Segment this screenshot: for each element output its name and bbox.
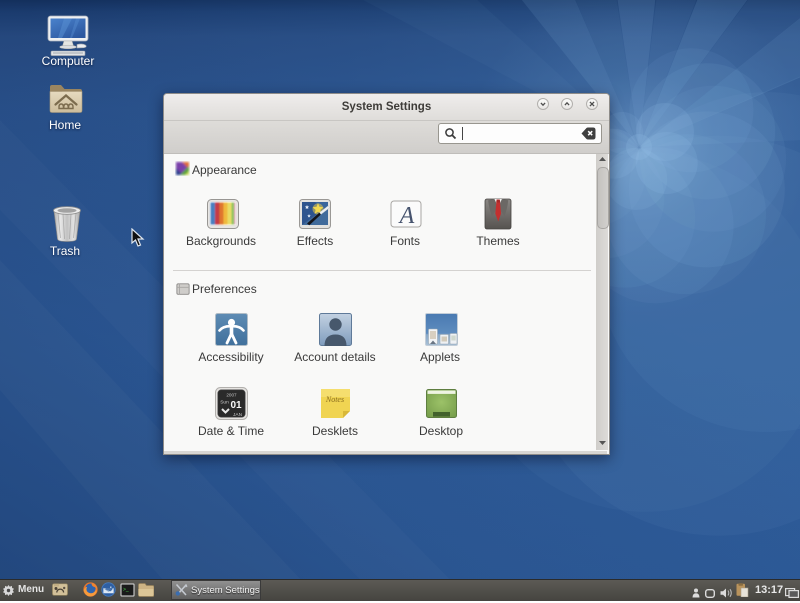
svg-text:JAN: JAN (233, 412, 243, 418)
svg-text:A: A (398, 203, 415, 229)
svg-text:Sun: Sun (220, 400, 229, 406)
svg-text:Notes: Notes (325, 395, 344, 404)
svg-text:01: 01 (230, 400, 242, 411)
svg-text:2007: 2007 (226, 393, 237, 398)
svg-text:>_: >_ (123, 587, 129, 593)
